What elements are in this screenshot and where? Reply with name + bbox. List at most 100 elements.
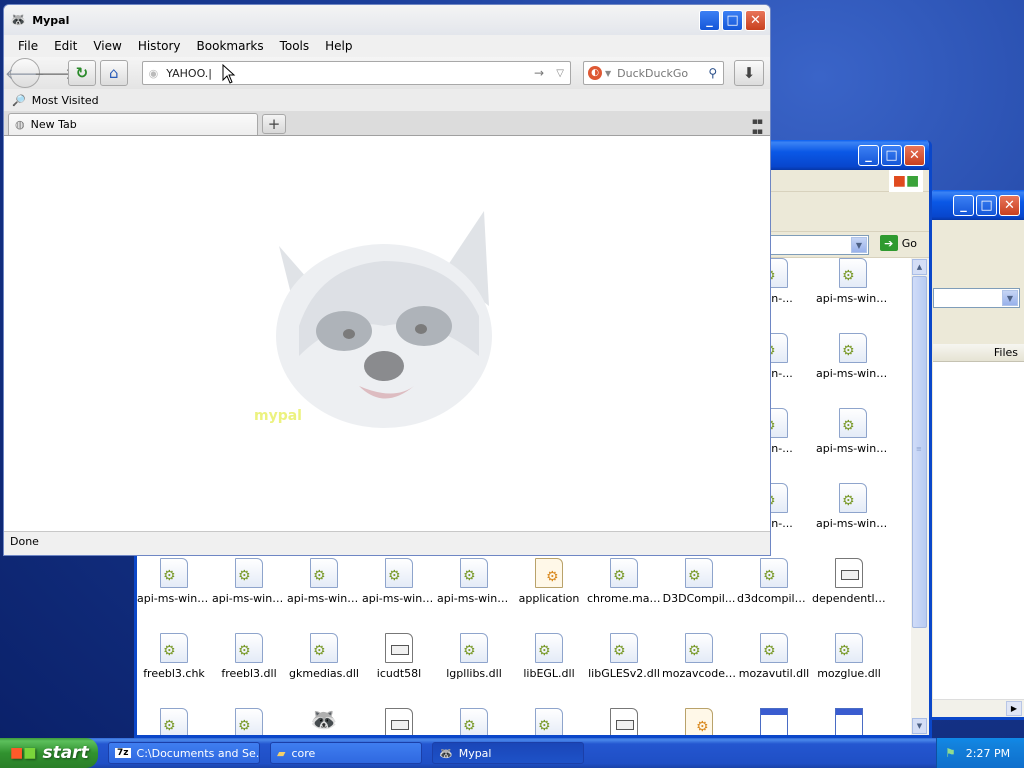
maximize-button[interactable]: □: [722, 10, 743, 31]
scroll-up-icon[interactable]: ▲: [912, 259, 927, 275]
files-column-header[interactable]: Files: [933, 344, 1024, 362]
file-item[interactable]: icudt58l: [362, 633, 436, 680]
file-item[interactable]: [737, 708, 811, 735]
page-content[interactable]: mypal: [4, 135, 770, 531]
windows-flag-icon: ■■: [10, 745, 37, 761]
file-item[interactable]: ⚙ libEGL.dll: [512, 633, 586, 680]
file-item[interactable]: ⚙ api-ms-win-...: [816, 333, 890, 380]
minimize-button[interactable]: _: [953, 195, 974, 216]
file-item[interactable]: ⚙ api-ms-win-...: [362, 558, 436, 605]
go-button[interactable]: ➔ Go: [879, 235, 917, 251]
close-button[interactable]: ✕: [745, 10, 766, 31]
file-item[interactable]: ⚙ api-ms-win-...: [816, 258, 890, 305]
menu-view[interactable]: View: [85, 39, 129, 53]
search-bar[interactable]: ◐ ▼ DuckDuckGo ⚲: [583, 61, 725, 85]
dll-file-icon: ⚙: [460, 633, 488, 663]
menu-bookmarks[interactable]: Bookmarks: [189, 39, 272, 53]
chevron-down-icon[interactable]: ▼: [1002, 290, 1018, 306]
tab-list-icon[interactable]: ▪▪ ▪▪: [752, 117, 763, 137]
folder-icon: ▰: [277, 746, 286, 760]
titlebar[interactable]: _ □ ✕: [931, 190, 1024, 220]
menu-history[interactable]: History: [130, 39, 189, 53]
dll-file-icon: ⚙: [835, 633, 863, 663]
file-item[interactable]: ⚙ libGLESv2.dll: [587, 633, 661, 680]
dll-file-icon: ⚙: [610, 558, 638, 588]
chevron-down-icon[interactable]: ▽: [556, 68, 564, 79]
horizontal-scrollbar[interactable]: ▶: [933, 699, 1024, 717]
maximize-button[interactable]: □: [881, 145, 902, 166]
file-name: mozavcodec...: [662, 667, 736, 680]
minimize-button[interactable]: _: [858, 145, 879, 166]
network-icon[interactable]: ⚑: [945, 746, 956, 760]
menu-edit[interactable]: Edit: [46, 39, 85, 53]
file-item[interactable]: ⚙: [437, 708, 511, 735]
file-item[interactable]: ⚙ application: [512, 558, 586, 605]
chevron-down-icon[interactable]: ▼: [851, 237, 867, 253]
file-item[interactable]: ⚙ api-ms-win-...: [816, 408, 890, 455]
file-item[interactable]: ⚙: [512, 708, 586, 735]
task-label: C:\Documents and Se...: [136, 746, 260, 760]
reload-button[interactable]: ↻: [68, 60, 96, 86]
dll-file-icon: ⚙: [535, 708, 563, 735]
file-name: api-ms-win-...: [816, 367, 890, 380]
file-item[interactable]: ⚙ freebl3.dll: [212, 633, 286, 680]
file-item[interactable]: ⚙ api-ms-win-...: [287, 558, 361, 605]
vertical-scrollbar[interactable]: ▲ ≡ ▼: [911, 258, 929, 735]
downloads-button[interactable]: ⬇: [734, 60, 764, 86]
task-mypal[interactable]: 🦝 Mypal: [432, 742, 584, 764]
file-item[interactable]: dependentli...: [812, 558, 886, 605]
home-button[interactable]: ⌂: [99, 60, 128, 86]
file-item[interactable]: ⚙ freebl3.chk: [137, 633, 211, 680]
status-bar: Done: [4, 531, 770, 551]
maximize-button[interactable]: □: [976, 195, 997, 216]
file-item[interactable]: ⚙ api-ms-win-...: [437, 558, 511, 605]
forward-button[interactable]: 🡒: [34, 60, 74, 86]
minimize-button[interactable]: _: [699, 10, 720, 31]
file-item[interactable]: ⚙ mozglue.dll: [812, 633, 886, 680]
search-input[interactable]: DuckDuckGo: [617, 67, 688, 80]
file-item[interactable]: ⚙ d3dcompiler...: [737, 558, 811, 605]
scroll-down-icon[interactable]: ▼: [912, 718, 927, 734]
file-item[interactable]: [362, 708, 436, 735]
address-combo[interactable]: ▼: [933, 288, 1020, 308]
search-icon[interactable]: ⚲: [708, 66, 717, 80]
close-button[interactable]: ✕: [999, 195, 1020, 216]
file-item[interactable]: ⚙ D3DCompil...: [662, 558, 736, 605]
bookmarks-toolbar: 🔎 Most Visited: [4, 89, 770, 111]
file-item[interactable]: ⚙ mozavcodec...: [662, 633, 736, 680]
titlebar[interactable]: 🦝 Mypal _ □ ✕: [4, 5, 770, 35]
file-item[interactable]: ⚙: [137, 708, 211, 735]
chevron-down-icon[interactable]: ▼: [605, 69, 611, 78]
file-item[interactable]: ⚙ gkmedias.dll: [287, 633, 361, 680]
menu-file[interactable]: File: [10, 39, 46, 53]
scroll-right-icon[interactable]: ▶: [1006, 701, 1022, 716]
file-item[interactable]: ⚙ lgpllibs.dll: [437, 633, 511, 680]
url-bar[interactable]: ◉ YAHOO.| → ▽: [141, 61, 571, 85]
file-item[interactable]: ⚙ chrome.man...: [587, 558, 661, 605]
file-name: api-ms-win-...: [212, 592, 286, 605]
file-item[interactable]: ⚙ api-ms-win-...: [137, 558, 211, 605]
menu-tools[interactable]: Tools: [272, 39, 318, 53]
file-item[interactable]: [812, 708, 886, 735]
go-arrow-icon[interactable]: →: [534, 66, 544, 80]
duckduckgo-icon[interactable]: ◐: [588, 66, 602, 80]
explorer-window-back[interactable]: _ □ ✕ ▼ Files ▶: [928, 190, 1024, 720]
file-item[interactable]: ⚙: [662, 708, 736, 735]
file-item[interactable]: ⚙ mozavutil.dll: [737, 633, 811, 680]
file-item[interactable]: ⚙: [212, 708, 286, 735]
task-core-folder[interactable]: ▰ core: [270, 742, 422, 764]
tab-new-tab[interactable]: ◍ New Tab: [8, 113, 258, 135]
close-button[interactable]: ✕: [904, 145, 925, 166]
url-input[interactable]: YAHOO.|: [166, 67, 212, 80]
task-7zip[interactable]: 7z C:\Documents and Se...: [108, 742, 260, 764]
file-item[interactable]: ⚙ api-ms-win-...: [212, 558, 286, 605]
dll-file-icon: ⚙: [235, 558, 263, 588]
file-item[interactable]: ⚙ api-ms-win-...: [816, 483, 890, 530]
file-item[interactable]: 🦝: [287, 708, 361, 735]
file-item[interactable]: [587, 708, 661, 735]
bookmark-most-visited[interactable]: Most Visited: [32, 94, 99, 107]
menu-help[interactable]: Help: [317, 39, 360, 53]
start-button[interactable]: ■■ start: [0, 738, 98, 768]
new-tab-button[interactable]: +: [262, 114, 286, 134]
browser-window[interactable]: 🦝 Mypal _ □ ✕ File Edit View History Bookmar…: [3, 4, 771, 556]
